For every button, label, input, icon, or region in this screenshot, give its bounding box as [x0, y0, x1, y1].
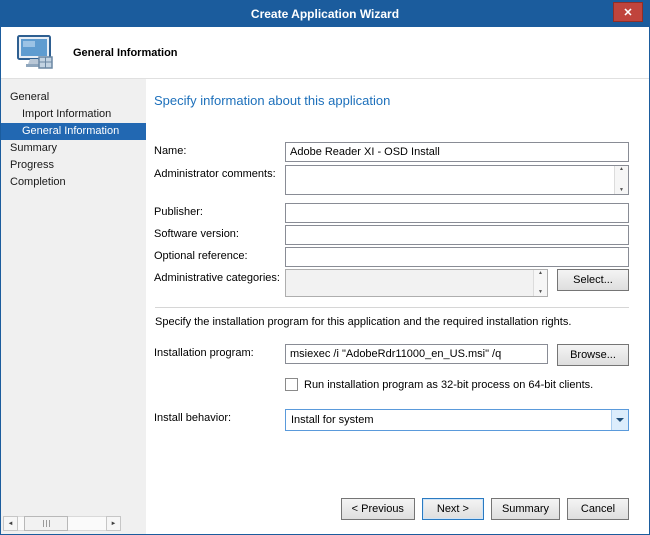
scroll-down-icon[interactable]: ▼ [534, 289, 547, 296]
install-behavior-value: Install for system [286, 414, 611, 426]
installation-program-label: Installation program: [154, 344, 285, 359]
scrollbar-track[interactable] [18, 516, 106, 531]
software-version-label: Software version: [154, 225, 285, 240]
administrative-categories-label: Administrative categories: [154, 269, 285, 284]
run-32bit-label[interactable]: Run installation program as 32-bit proce… [304, 379, 593, 391]
sidebar-item-general[interactable]: General [1, 89, 146, 106]
wizard-header: General Information [1, 27, 649, 79]
close-icon: ✕ [623, 6, 632, 19]
general-info-form: Name: Administrator comments: ▲ ▼ Publis… [154, 142, 629, 431]
publisher-label: Publisher: [154, 203, 285, 218]
administrative-categories-field: ▲ ▼ [285, 269, 548, 297]
comments-scrollbar[interactable]: ▲ ▼ [614, 166, 628, 194]
select-categories-button[interactable]: Select... [557, 269, 629, 291]
browse-button[interactable]: Browse... [557, 344, 629, 366]
optional-reference-label: Optional reference: [154, 247, 285, 262]
administrator-comments-textarea[interactable] [286, 166, 614, 194]
sidebar-item-import-information[interactable]: Import Information [1, 106, 146, 123]
header-title: General Information [73, 47, 178, 59]
create-application-wizard-window: Create Application Wizard ✕ General Info… [0, 0, 650, 535]
application-icon [13, 33, 57, 73]
install-section-description: Specify the installation program for thi… [155, 316, 629, 328]
install-behavior-label: Install behavior: [154, 409, 285, 424]
titlebar[interactable]: Create Application Wizard ✕ [1, 1, 649, 27]
next-button[interactable]: Next > [422, 498, 484, 520]
scroll-right-icon[interactable]: ► [106, 516, 121, 531]
scroll-up-icon[interactable]: ▲ [534, 270, 547, 277]
wizard-footer: < Previous Next > Summary Cancel [341, 498, 629, 520]
install-behavior-dropdown[interactable]: Install for system [285, 409, 629, 431]
previous-button[interactable]: < Previous [341, 498, 415, 520]
categories-scrollbar[interactable]: ▲ ▼ [533, 270, 547, 296]
installation-program-input[interactable] [285, 344, 548, 364]
sidebar-item-progress[interactable]: Progress [1, 157, 146, 174]
scroll-down-icon[interactable]: ▼ [615, 187, 628, 194]
software-version-input[interactable] [285, 225, 629, 245]
section-divider [155, 307, 629, 308]
wizard-body: General Import Information General Infor… [1, 79, 649, 534]
window-title: Create Application Wizard [1, 1, 649, 27]
sidebar-item-general-information[interactable]: General Information [1, 123, 146, 140]
administrator-comments-label: Administrator comments: [154, 165, 285, 180]
publisher-input[interactable] [285, 203, 629, 223]
close-button[interactable]: ✕ [613, 2, 643, 22]
name-label: Name: [154, 142, 285, 157]
scroll-up-icon[interactable]: ▲ [615, 166, 628, 173]
sidebar-horizontal-scrollbar[interactable]: ◄ ► [3, 516, 121, 531]
administrator-comments-input[interactable]: ▲ ▼ [285, 165, 629, 195]
sidebar-item-summary[interactable]: Summary [1, 140, 146, 157]
chevron-down-icon [616, 418, 624, 422]
cancel-button[interactable]: Cancel [567, 498, 629, 520]
summary-button[interactable]: Summary [491, 498, 560, 520]
scrollbar-thumb[interactable] [24, 516, 68, 531]
optional-reference-input[interactable] [285, 247, 629, 267]
scroll-left-icon[interactable]: ◄ [3, 516, 18, 531]
sidebar-item-completion[interactable]: Completion [1, 174, 146, 191]
wizard-steps-sidebar: General Import Information General Infor… [1, 79, 146, 534]
wizard-page: Specify information about this applicati… [146, 79, 649, 534]
dropdown-button[interactable] [611, 410, 628, 430]
run-32bit-row: Run installation program as 32-bit proce… [285, 378, 629, 391]
run-32bit-checkbox[interactable] [285, 378, 298, 391]
page-title: Specify information about this applicati… [154, 93, 629, 108]
name-input[interactable] [285, 142, 629, 162]
